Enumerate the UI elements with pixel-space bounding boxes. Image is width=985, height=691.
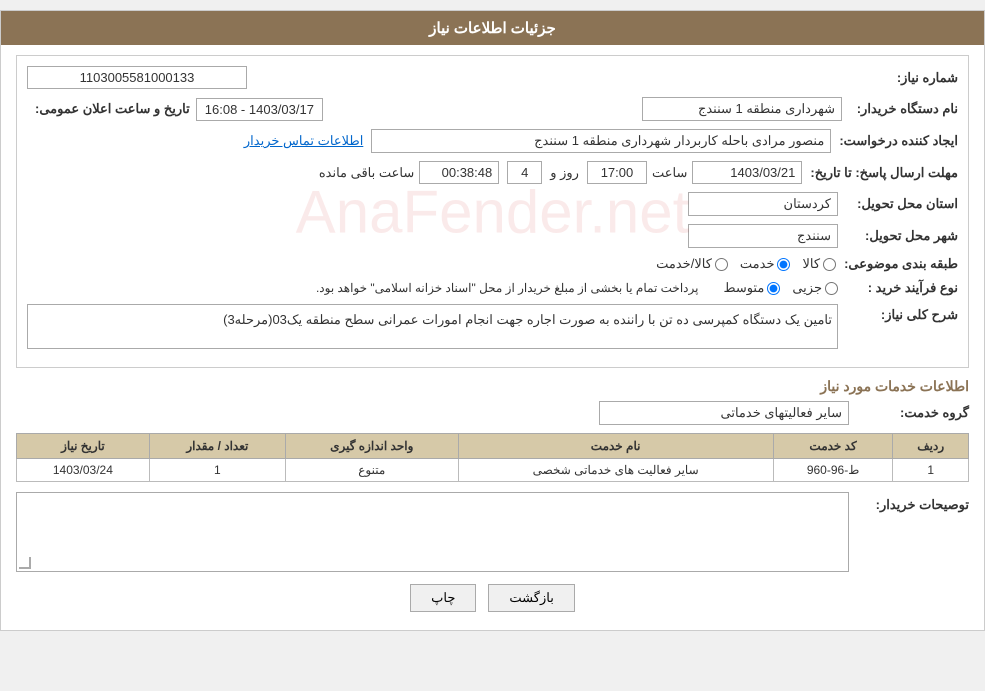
col-name: نام خدمت <box>458 434 773 459</box>
ostan-value: کردستان <box>688 192 838 216</box>
tarikh-label: تاریخ و ساعت اعلان عمومی: <box>27 101 190 117</box>
noe-motavasset-label: متوسط <box>723 280 764 296</box>
mohlat-baqi-label: ساعت باقی مانده <box>319 165 414 181</box>
noe-motavasset-radio[interactable] <box>767 282 780 295</box>
sharh-row: شرح کلی نیاز: تامین یک دستگاه کمپرسی ده … <box>27 304 958 349</box>
cell-name: سایر فعالیت های خدماتی شخصی <box>458 459 773 482</box>
tabaqe-kala-label: کالا <box>802 256 820 272</box>
tabaqe-kala-khedmat-label: کالا/خدمت <box>656 256 712 272</box>
tosif-label: توصیحات خریدار: <box>849 492 969 513</box>
cell-tedad: 1 <box>149 459 285 482</box>
noe-description: پرداخت تمام یا بخشی از مبلغ خریدار از مح… <box>316 281 699 295</box>
name-darkhast-value: شهرداری منطقه 1 سنندج <box>642 97 842 121</box>
tosif-box <box>16 492 849 572</box>
col-tarikh: تاریخ نیاز <box>17 434 150 459</box>
tabaqe-row: طبقه بندی موضوعی: کالا خدمت کالا/خدمت <box>27 256 958 272</box>
mohlat-rooz-label: روز و <box>550 165 579 181</box>
noe-row: نوع فرآیند خرید : جزیی متوسط پرداخت تمام… <box>27 280 958 296</box>
noe-motavasset: متوسط <box>723 280 780 296</box>
tabaqe-khedmat-label: خدمت <box>740 256 775 272</box>
grohe-label: گروه خدمت: <box>849 405 969 421</box>
mohlat-row: مهلت ارسال پاسخ: تا تاریخ: 1403/03/21 سا… <box>27 161 958 184</box>
mohlat-saat: 17:00 <box>587 161 647 184</box>
grohe-value: سایر فعالیتهای خدماتی <box>599 401 849 425</box>
tabaqe-kala-khedmat: کالا/خدمت <box>656 256 728 272</box>
ijad-link[interactable]: اطلاعات تماس خریدار <box>244 133 363 149</box>
tabaqe-khedmat-radio[interactable] <box>777 258 790 271</box>
print-button[interactable]: چاپ <box>410 584 476 612</box>
page-header: جزئیات اطلاعات نیاز <box>1 11 984 45</box>
tabaqe-label: طبقه بندی موضوعی: <box>836 256 958 272</box>
noe-jozi-radio[interactable] <box>825 282 838 295</box>
tarikh-value: 1403/03/17 - 16:08 <box>196 98 323 121</box>
table-row: 1 ط-96-960 سایر فعالیت های خدماتی شخصی م… <box>17 459 969 482</box>
mohlat-rooz: 4 <box>507 161 542 184</box>
shimara-value: 1103005581000133 <box>27 66 247 89</box>
col-vahed: واحد اندازه گیری <box>285 434 458 459</box>
shimara-label: شماره نیاز: <box>868 70 958 86</box>
back-button[interactable]: بازگشت <box>488 584 574 612</box>
cell-vahed: متنوع <box>285 459 458 482</box>
col-tedad: تعداد / مقدار <box>149 434 285 459</box>
ijad-row: ایجاد کننده درخواست: منصور مرادی باحله ک… <box>27 129 958 153</box>
ijad-label: ایجاد کننده درخواست: <box>831 133 958 149</box>
col-radif: ردیف <box>893 434 969 459</box>
cell-code: ط-96-960 <box>773 459 893 482</box>
name-announce-row: نام دستگاه خریدار: شهرداری منطقه 1 سنندج… <box>27 97 958 121</box>
services-table: ردیف کد خدمت نام خدمت واحد اندازه گیری ت… <box>16 433 969 482</box>
cell-radif: 1 <box>893 459 969 482</box>
tosif-row: توصیحات خریدار: <box>16 492 969 572</box>
mohlat-saat-label: ساعت <box>652 165 687 181</box>
noe-options: جزیی متوسط <box>723 280 838 296</box>
cell-tarikh: 1403/03/24 <box>17 459 150 482</box>
noe-jozi: جزیی <box>792 280 838 296</box>
shahr-row: شهر محل تحویل: سنندج <box>27 224 958 248</box>
mohlat-label: مهلت ارسال پاسخ: تا تاریخ: <box>802 165 958 181</box>
ostan-row: استان محل تحویل: کردستان <box>27 192 958 216</box>
tabaqe-khedmat: خدمت <box>740 256 791 272</box>
mohlat-baqi-value: 00:38:48 <box>419 161 499 184</box>
tabaqe-kala-khedmat-radio[interactable] <box>715 258 728 271</box>
resize-handle <box>19 557 31 569</box>
mohlat-date: 1403/03/21 <box>692 161 802 184</box>
name-darkhast-label: نام دستگاه خریدار: <box>848 101 958 117</box>
services-table-section: ردیف کد خدمت نام خدمت واحد اندازه گیری ت… <box>16 433 969 482</box>
sharh-label: شرح کلی نیاز: <box>838 304 958 323</box>
tosif-container <box>16 492 849 572</box>
ijad-value: منصور مرادی باحله کاربردار شهرداری منطقه… <box>371 129 831 153</box>
khadamat-section-title: اطلاعات خدمات مورد نیاز <box>16 378 969 395</box>
grohe-row: گروه خدمت: سایر فعالیتهای خدماتی <box>16 401 969 425</box>
page-title: جزئیات اطلاعات نیاز <box>429 20 556 37</box>
shahr-label: شهر محل تحویل: <box>838 228 958 244</box>
noe-label: نوع فرآیند خرید : <box>838 280 958 296</box>
tabaqe-options: کالا خدمت کالا/خدمت <box>656 256 836 272</box>
noe-jozi-label: جزیی <box>792 280 822 296</box>
shahr-value: سنندج <box>688 224 838 248</box>
shimara-row: شماره نیاز: 1103005581000133 <box>27 66 958 89</box>
buttons-row: بازگشت چاپ <box>16 584 969 612</box>
tabaqe-kala: کالا <box>802 256 836 272</box>
col-code: کد خدمت <box>773 434 893 459</box>
tabaqe-kala-radio[interactable] <box>823 258 836 271</box>
sharh-value: تامین یک دستگاه کمپرسی ده تن با راننده ب… <box>27 304 838 349</box>
ostan-label: استان محل تحویل: <box>838 196 958 212</box>
